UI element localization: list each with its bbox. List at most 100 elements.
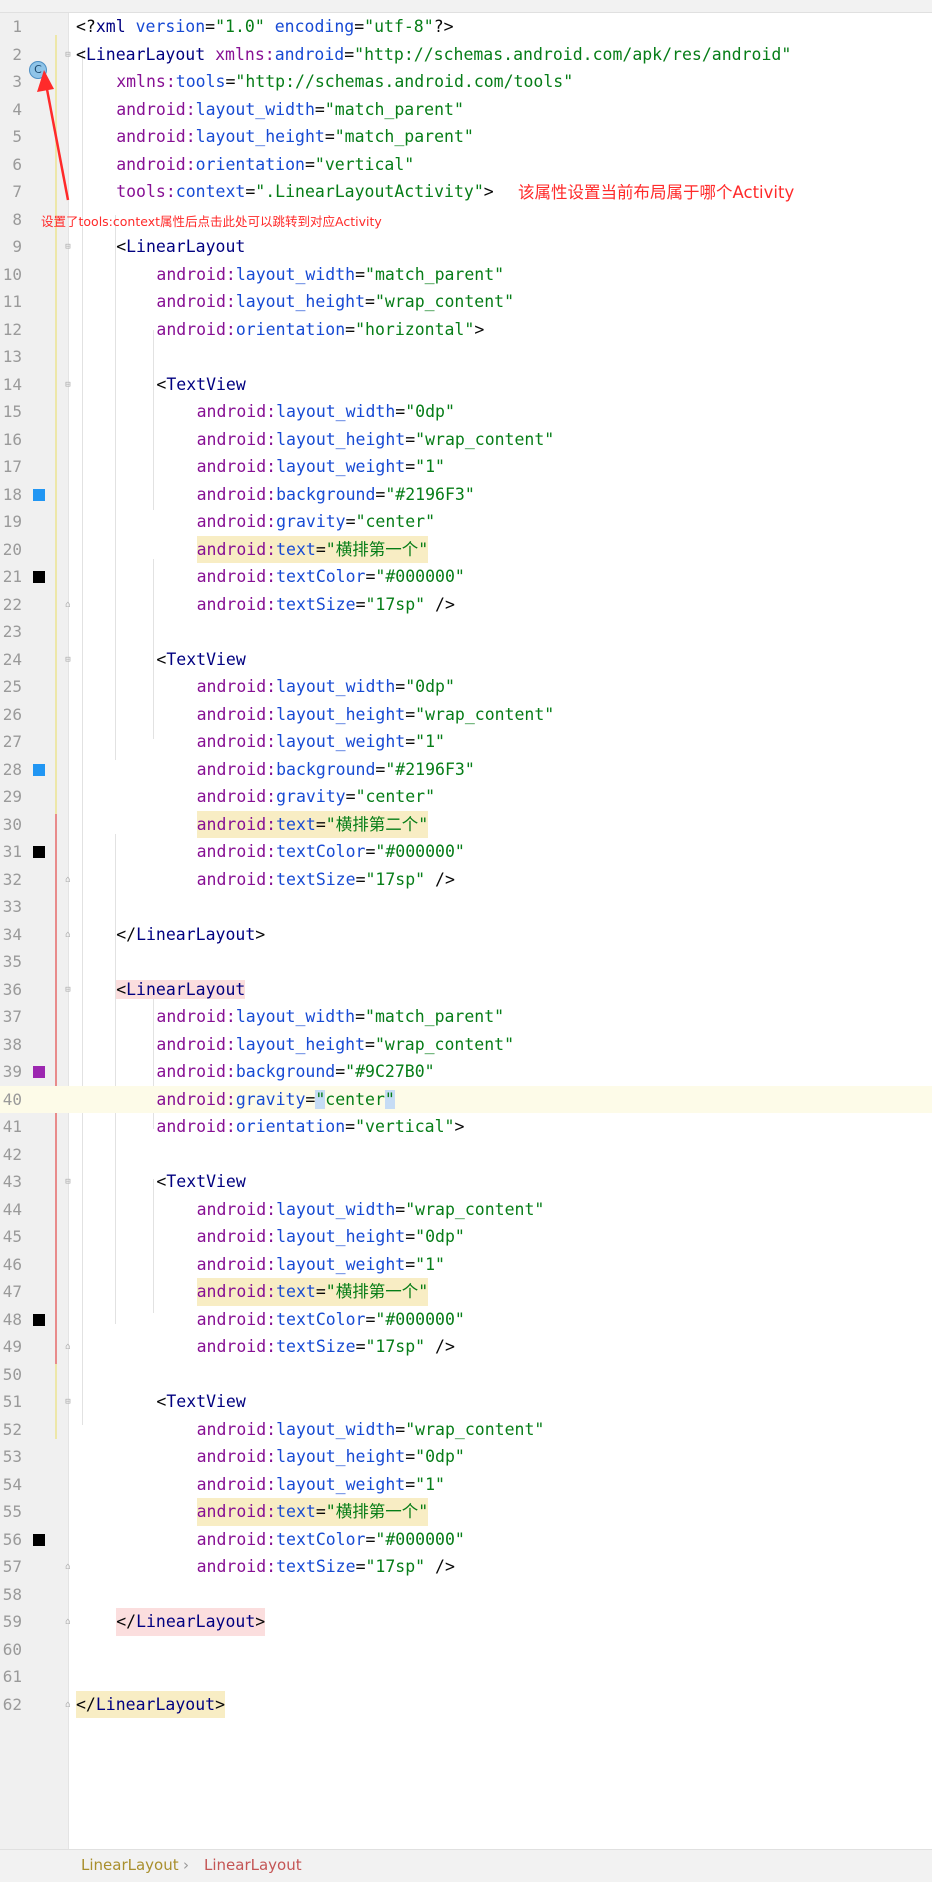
code-line[interactable]: 13 xyxy=(0,343,932,371)
code-line[interactable]: 15 android:layout_width="0dp" xyxy=(0,398,932,426)
code-text[interactable]: android:textColor="#000000" xyxy=(197,838,465,866)
line-number[interactable]: 55 xyxy=(0,1498,22,1526)
code-text[interactable]: android:layout_height="wrap_content" xyxy=(197,426,555,454)
code-line[interactable]: 38 android:layout_height="wrap_content" xyxy=(0,1031,932,1059)
breadcrumb-item[interactable]: LinearLayout xyxy=(204,1850,302,1881)
code-text[interactable]: android:text="横排第二个" xyxy=(196,810,429,838)
line-number[interactable]: 29 xyxy=(0,783,22,811)
code-text[interactable]: <TextView xyxy=(156,1388,245,1416)
line-number[interactable]: 58 xyxy=(0,1581,22,1609)
line-number[interactable]: 47 xyxy=(0,1278,22,1306)
code-line[interactable]: 44 android:layout_width="wrap_content" xyxy=(0,1196,932,1224)
code-text[interactable]: android:background="#2196F3" xyxy=(197,481,475,509)
code-text[interactable]: <LinearLayout xyxy=(116,976,246,1004)
code-line[interactable]: 58 xyxy=(0,1581,932,1609)
code-text[interactable]: android:layout_width="match_parent" xyxy=(156,261,504,289)
line-number[interactable]: 13 xyxy=(0,343,22,371)
code-line[interactable]: 53 android:layout_height="0dp" xyxy=(0,1443,932,1471)
color-swatch-icon[interactable] xyxy=(33,1533,45,1546)
fold-marker-icon[interactable]: ⌂ xyxy=(63,600,73,610)
line-number[interactable]: 38 xyxy=(0,1031,22,1059)
line-number[interactable]: 32 xyxy=(0,866,22,894)
code-text[interactable]: android:textSize="17sp" /> xyxy=(197,1553,455,1581)
code-line[interactable]: 36 <LinearLayout ⊟ xyxy=(0,976,932,1004)
code-line[interactable]: 40 android:gravity="center" xyxy=(0,1085,932,1114)
fold-marker-icon[interactable]: ⊟ xyxy=(63,1397,73,1407)
line-number[interactable]: 60 xyxy=(0,1636,22,1664)
code-line[interactable]: 52 android:layout_width="wrap_content" xyxy=(0,1416,932,1444)
code-text[interactable]: android:text="横排第一个" xyxy=(196,535,429,563)
breadcrumb-item[interactable]: LinearLayout xyxy=(81,1850,179,1881)
line-number[interactable]: 53 xyxy=(0,1443,22,1471)
code-text[interactable]: <TextView xyxy=(156,646,245,674)
line-number[interactable]: 11 xyxy=(0,288,22,316)
code-line[interactable]: 22 android:textSize="17sp" /> ⌂ xyxy=(0,591,932,619)
line-number[interactable]: 10 xyxy=(0,261,22,289)
code-text[interactable]: android:textColor="#000000" xyxy=(197,1526,465,1554)
line-number[interactable]: 54 xyxy=(0,1471,22,1499)
line-number[interactable]: 40 xyxy=(0,1086,22,1114)
code-text[interactable]: <TextView xyxy=(156,371,245,399)
code-line[interactable]: 39 android:background="#9C27B0" xyxy=(0,1058,932,1086)
line-number[interactable]: 57 xyxy=(0,1553,22,1581)
code-editor[interactable]: 1 <?xml version="1.0" encoding="utf-8"?> 2… xyxy=(0,13,932,1849)
code-line[interactable]: 37 android:layout_width="match_parent" xyxy=(0,1003,932,1031)
line-number[interactable]: 22 xyxy=(0,591,22,619)
line-number[interactable]: 41 xyxy=(0,1113,22,1141)
line-number[interactable]: 62 xyxy=(0,1691,22,1719)
line-number[interactable]: 14 xyxy=(0,371,22,399)
line-number[interactable]: 51 xyxy=(0,1388,22,1416)
line-number[interactable]: 61 xyxy=(0,1663,22,1691)
line-number[interactable]: 36 xyxy=(0,976,22,1004)
code-text[interactable]: android:orientation="vertical"> xyxy=(156,1113,464,1141)
code-line[interactable]: 47 android:text="横排第一个" xyxy=(0,1278,932,1306)
color-swatch-icon[interactable] xyxy=(33,846,45,858)
code-text[interactable]: android:layout_weight="1" xyxy=(197,1251,445,1279)
code-line[interactable]: 50 xyxy=(0,1361,932,1389)
line-number[interactable]: 56 xyxy=(0,1526,22,1554)
line-number[interactable]: 39 xyxy=(0,1058,22,1086)
line-number[interactable]: 16 xyxy=(0,426,22,454)
code-line[interactable]: 31 android:textColor="#000000" xyxy=(0,838,932,866)
code-text[interactable]: android:textColor="#000000" xyxy=(197,1306,465,1334)
line-number[interactable]: 44 xyxy=(0,1196,22,1224)
line-number[interactable]: 43 xyxy=(0,1168,22,1196)
code-line[interactable]: 26 android:layout_height="wrap_content" xyxy=(0,701,932,729)
code-text[interactable]: android:textColor="#000000" xyxy=(197,563,465,591)
code-line[interactable]: 60 xyxy=(0,1636,932,1664)
code-text[interactable]: android:layout_weight="1" xyxy=(197,453,445,481)
code-line[interactable]: 48 android:textColor="#000000" xyxy=(0,1306,932,1334)
code-line[interactable]: 19 android:gravity="center" xyxy=(0,508,932,536)
code-line[interactable]: 10 android:layout_width="match_parent" xyxy=(0,261,932,289)
code-text[interactable]: android:textSize="17sp" /> xyxy=(197,866,455,894)
code-line[interactable]: 29 android:gravity="center" xyxy=(0,783,932,811)
line-number[interactable]: 45 xyxy=(0,1223,22,1251)
code-text[interactable]: android:layout_height="wrap_content" xyxy=(197,701,555,729)
line-number[interactable]: 17 xyxy=(0,453,22,481)
code-text[interactable]: android:layout_width="0dp" xyxy=(197,398,455,426)
line-number[interactable]: 50 xyxy=(0,1361,22,1389)
line-number[interactable]: 31 xyxy=(0,838,22,866)
code-line[interactable]: 56 android:textColor="#000000" xyxy=(0,1526,932,1554)
line-number[interactable]: 15 xyxy=(0,398,22,426)
code-line[interactable]: 43 <TextView ⊟ xyxy=(0,1168,932,1196)
line-number[interactable]: 30 xyxy=(0,811,22,839)
code-line[interactable]: 42 xyxy=(0,1141,932,1169)
line-number[interactable]: 52 xyxy=(0,1416,22,1444)
code-text[interactable]: android:background="#2196F3" xyxy=(197,756,475,784)
color-swatch-icon[interactable] xyxy=(33,763,45,776)
code-line[interactable]: 21 android:textColor="#000000" xyxy=(0,563,932,591)
code-line[interactable]: 16 android:layout_height="wrap_content" xyxy=(0,426,932,454)
fold-marker-icon[interactable]: ⊟ xyxy=(63,380,73,390)
code-line[interactable]: 23 xyxy=(0,618,932,646)
code-text[interactable]: android:layout_height="wrap_content" xyxy=(156,1031,514,1059)
line-number[interactable]: 24 xyxy=(0,646,22,674)
code-text[interactable]: android:layout_width="0dp" xyxy=(197,673,455,701)
code-text[interactable]: android:text="横排第一个" xyxy=(196,1278,429,1306)
code-text[interactable]: android:textSize="17sp" /> xyxy=(197,591,455,619)
line-number[interactable]: 59 xyxy=(0,1608,22,1636)
code-line[interactable]: 49 android:textSize="17sp" /> ⌂ xyxy=(0,1333,932,1361)
code-text[interactable]: android:layout_weight="1" xyxy=(197,1471,445,1499)
code-line[interactable]: 25 android:layout_width="0dp" xyxy=(0,673,932,701)
fold-marker-icon[interactable]: ⌂ xyxy=(63,1342,73,1352)
